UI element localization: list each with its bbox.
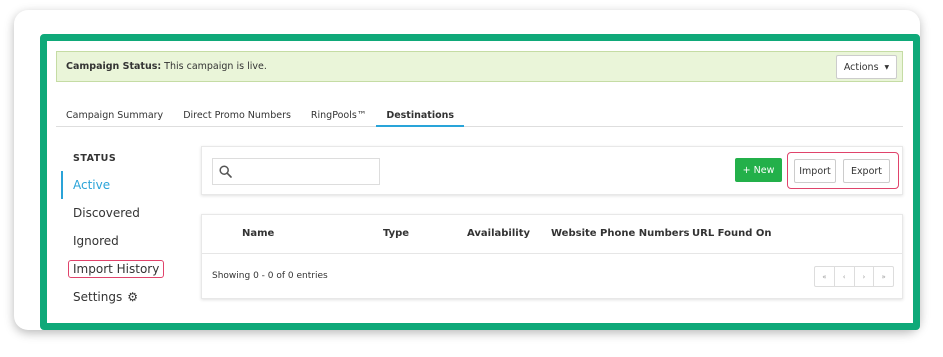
tab-ringpools[interactable]: RingPools™ [301,97,376,127]
column-header-availability[interactable]: Availability [467,228,530,239]
column-header-name[interactable]: Name [242,228,274,239]
column-header-website-phone-numbers[interactable]: Website Phone Numbers [551,228,689,239]
sidebar-item-ignored[interactable]: Ignored [61,227,171,255]
sidebar-item-settings[interactable]: Settings ⚙ [61,283,171,311]
new-destination-button[interactable]: + New [735,158,782,182]
column-header-type[interactable]: Type [383,228,409,239]
last-page-icon[interactable]: » [874,267,893,286]
export-button[interactable]: Export [843,159,890,183]
sidebar-item-label: Import History [68,260,165,278]
search-field[interactable] [212,158,380,185]
column-header-url-found-on[interactable]: URL Found On [692,228,771,239]
first-page-icon[interactable]: « [815,267,835,286]
destinations-toolbar: + New Import Export [201,146,903,195]
campaign-tabs: Campaign Summary Direct Promo Numbers Ri… [56,97,903,127]
screenshot-card: Campaign Status: This campaign is live. … [14,10,920,330]
actions-button-label: Actions [843,61,879,73]
pagination: « ‹ › » [814,266,894,287]
search-icon [219,165,232,178]
import-export-group: Import Export [787,152,899,189]
tab-destinations[interactable]: Destinations [376,97,465,127]
sidebar-item-active[interactable]: Active [61,171,171,199]
sidebar-item-label: Settings [73,290,123,304]
tab-campaign-summary[interactable]: Campaign Summary [56,97,173,127]
actions-dropdown-button[interactable]: Actions ▼ [836,55,897,79]
campaign-status-banner: Campaign Status: This campaign is live. … [56,51,903,82]
table-header: Name Type Availability Website Phone Num… [202,215,902,254]
sidebar-item-import-history[interactable]: Import History [61,255,171,283]
search-input[interactable] [238,166,368,177]
previous-page-icon[interactable]: ‹ [835,267,855,286]
status-sidebar: STATUS Active Discovered Ignored Import … [61,153,171,311]
caret-down-icon: ▼ [884,63,890,71]
campaign-status-label: Campaign Status: [66,61,162,72]
destinations-table: Name Type Availability Website Phone Num… [201,214,903,299]
import-button[interactable]: Import [794,159,836,183]
tab-direct-promo-numbers[interactable]: Direct Promo Numbers [173,97,301,127]
campaign-panel: Campaign Status: This campaign is live. … [40,34,920,330]
campaign-status-text: This campaign is live. [164,61,267,72]
next-page-icon[interactable]: › [855,267,875,286]
sidebar-heading: STATUS [73,153,117,164]
sidebar-item-discovered[interactable]: Discovered [61,199,171,227]
entries-count-text: Showing 0 - 0 of 0 entries [212,271,328,281]
gear-icon: ⚙ [127,290,138,304]
